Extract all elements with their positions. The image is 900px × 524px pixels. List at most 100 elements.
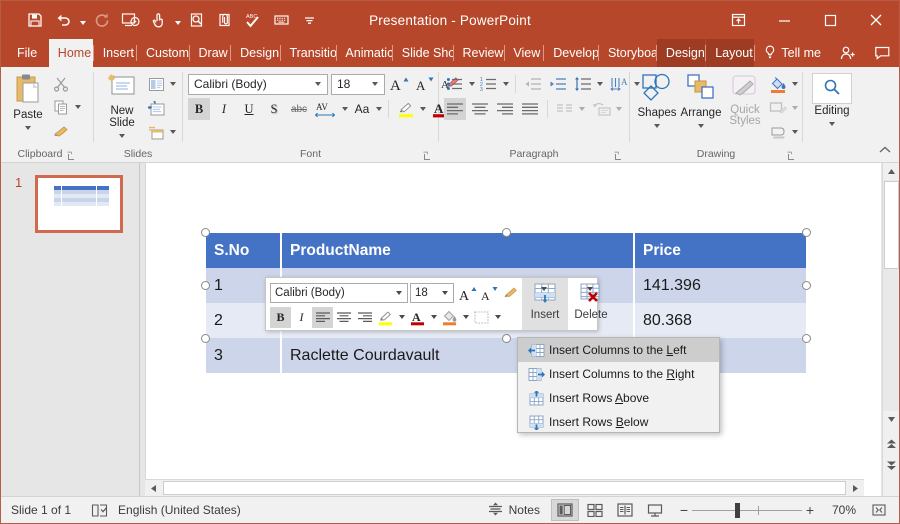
cut-button[interactable]	[50, 73, 72, 95]
cell-sno[interactable]: 3	[206, 338, 281, 373]
fit-slide-to-window-icon[interactable]	[865, 499, 893, 521]
shapes-dropdown-icon[interactable]	[654, 120, 660, 131]
underline-button[interactable]: U	[238, 98, 260, 120]
center-button[interactable]	[469, 98, 491, 120]
line-spacing-button[interactable]	[572, 73, 594, 95]
undo-icon[interactable]	[49, 5, 77, 35]
tab-custom[interactable]: Custom	[137, 39, 189, 67]
vertical-scrollbar[interactable]	[882, 163, 899, 496]
tab-slide-show[interactable]: Slide Sho	[393, 39, 453, 67]
mini-borders-dropdown-icon[interactable]	[492, 307, 503, 328]
horizontal-scrollbar[interactable]	[145, 479, 864, 496]
editing-dropdown-icon[interactable]	[829, 118, 835, 129]
shapes-button[interactable]: Shapes	[635, 71, 679, 133]
slide-show-view-button[interactable]	[641, 499, 669, 521]
redo-icon[interactable]	[88, 5, 116, 35]
copy-dropdown-icon[interactable]	[75, 105, 81, 109]
new-slide-button[interactable]: New Slide	[99, 71, 145, 143]
tab-table-layout[interactable]: Layout	[706, 39, 753, 67]
font-size-combo[interactable]: 18	[331, 74, 385, 95]
tab-review[interactable]: Review	[453, 39, 503, 67]
tab-home[interactable]: Home	[49, 39, 93, 67]
cell-price[interactable]: 141.396	[634, 268, 806, 303]
open-recent-icon[interactable]	[211, 5, 239, 35]
zoom-in-button[interactable]: +	[802, 502, 818, 518]
paste-dropdown-icon[interactable]	[25, 122, 31, 133]
justify-button[interactable]	[519, 98, 541, 120]
normal-view-button[interactable]	[551, 499, 579, 521]
header-cell-sno[interactable]: S.No	[206, 233, 281, 268]
text-highlight-color-button[interactable]	[395, 98, 417, 120]
align-right-button[interactable]	[494, 98, 516, 120]
shape-effects-dropdown-icon[interactable]	[792, 130, 798, 134]
increase-indent-button[interactable]	[547, 73, 569, 95]
menu-item-insert-rows-below[interactable]: Insert Rows Below	[518, 410, 719, 434]
copy-button[interactable]	[50, 96, 72, 118]
bullets-button[interactable]	[444, 73, 466, 95]
change-case-dropdown-icon[interactable]	[376, 107, 382, 111]
proofing-icon[interactable]	[81, 497, 118, 524]
numbering-button[interactable]: 123	[478, 73, 500, 95]
insert-dropdown-icon[interactable]	[538, 281, 547, 295]
tab-transitions[interactable]: Transitio	[280, 39, 335, 67]
character-spacing-dropdown-icon[interactable]	[342, 107, 348, 111]
section-button[interactable]	[145, 121, 167, 143]
section-dropdown-icon[interactable]	[170, 130, 176, 134]
tab-animations[interactable]: Animatic	[336, 39, 392, 67]
grow-font-button[interactable]: A	[457, 283, 478, 304]
slide-sorter-view-button[interactable]	[581, 499, 609, 521]
italic-button[interactable]: I	[213, 98, 235, 120]
resize-handle-middle-left[interactable]	[201, 281, 210, 290]
close-icon[interactable]	[853, 1, 899, 39]
touch-mode-icon[interactable]	[144, 5, 172, 35]
shrink-font-button[interactable]: A	[478, 283, 499, 304]
paste-button[interactable]: Paste	[6, 71, 50, 135]
menu-item-insert-columns-left[interactable]: Insert Columns to the Left	[518, 338, 719, 362]
align-left-button[interactable]	[444, 98, 466, 120]
mini-shading-button[interactable]	[439, 307, 460, 328]
layout-dropdown-icon[interactable]	[170, 82, 176, 86]
shape-outline-dropdown-icon[interactable]	[792, 106, 798, 110]
mini-shading-dropdown-icon[interactable]	[460, 307, 471, 328]
columns-dropdown-icon[interactable]	[579, 107, 585, 111]
customize-qat-icon[interactable]	[295, 5, 323, 35]
shape-fill-dropdown-icon[interactable]	[792, 82, 798, 86]
decrease-font-size-button[interactable]: A	[413, 73, 435, 95]
mini-highlight-dropdown-icon[interactable]	[396, 307, 407, 328]
resize-handle-bottom-right[interactable]	[802, 334, 811, 343]
mini-font-color-dropdown-icon[interactable]	[428, 307, 439, 328]
menu-item-insert-rows-above[interactable]: Insert Rows Above	[518, 386, 719, 410]
hscroll-thumb[interactable]	[163, 481, 846, 495]
mini-bold-button[interactable]: B	[270, 307, 291, 328]
increase-font-size-button[interactable]: A	[388, 73, 410, 95]
zoom-handle[interactable]	[735, 503, 740, 518]
mini-borders-button[interactable]	[471, 307, 492, 328]
numbering-dropdown-icon[interactable]	[503, 82, 509, 86]
text-direction-button[interactable]: A	[609, 73, 631, 95]
layout-button[interactable]	[145, 73, 167, 95]
scroll-down-icon[interactable]	[883, 411, 900, 428]
tab-insert[interactable]: Insert	[94, 39, 137, 67]
resize-handle-top-right[interactable]	[802, 228, 811, 237]
shape-fill-button[interactable]	[767, 73, 789, 95]
restore-icon[interactable]	[807, 1, 853, 39]
paragraph-dialog-launcher[interactable]	[614, 150, 623, 159]
highlight-dropdown-icon[interactable]	[420, 107, 426, 111]
save-icon[interactable]	[21, 5, 49, 35]
vscroll-thumb[interactable]	[884, 181, 899, 269]
decrease-indent-button[interactable]	[522, 73, 544, 95]
minimize-icon[interactable]	[761, 1, 807, 39]
mini-italic-button[interactable]: I	[291, 307, 312, 328]
mini-font-family-combo[interactable]: Calibri (Body)	[270, 283, 408, 303]
print-preview-icon[interactable]	[183, 5, 211, 35]
share-person-icon[interactable]	[831, 39, 865, 67]
ribbon-display-options-icon[interactable]	[715, 1, 761, 39]
arrange-button[interactable]: Arrange	[679, 71, 723, 133]
chevron-down-icon[interactable]	[393, 291, 405, 295]
touch-mode-dropdown-icon[interactable]	[172, 5, 183, 35]
delete-dropdown-icon[interactable]	[584, 281, 593, 295]
collapse-ribbon-button[interactable]	[877, 143, 893, 160]
chevron-down-icon[interactable]	[439, 291, 451, 295]
tab-file[interactable]: File	[1, 39, 49, 67]
comments-icon[interactable]	[865, 39, 899, 67]
